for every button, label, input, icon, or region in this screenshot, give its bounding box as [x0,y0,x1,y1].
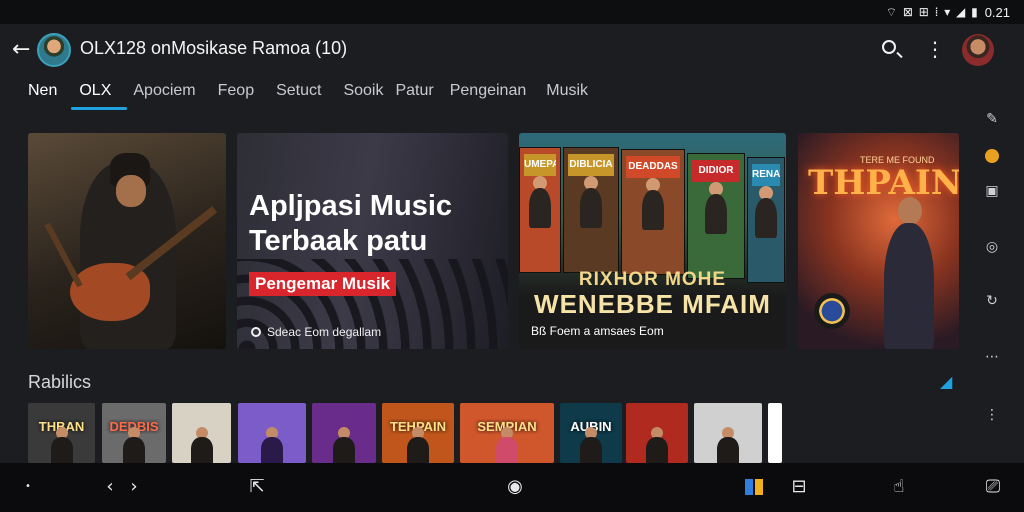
tab-bar: Nen OLX Apociem Feop Setuct Sooik Patur … [28,76,610,112]
tab-sooik[interactable]: Sooik [343,76,383,112]
more-horiz-icon[interactable]: ⋯ [979,346,1005,368]
refresh-icon[interactable]: ↻ [979,290,1005,312]
home-icon[interactable]: ◉ [502,475,528,499]
thumbnail[interactable]: DEDBIS [102,403,166,463]
tab-setuct[interactable]: Setuct [276,76,321,112]
featured-card-concert[interactable]: TERE ME FOUND THPAIN [798,133,959,349]
avatar[interactable] [37,33,71,67]
card-tag: Pengemar Musik [249,272,397,296]
image-icon[interactable]: ▣ [979,180,1005,202]
tab-feop[interactable]: Feop [218,76,254,112]
trending-icon[interactable]: ◢ [940,372,958,391]
more-vert-icon[interactable]: ⋮ [979,404,1005,426]
status-time: 0.21 [984,4,1010,20]
bottom-nav-bar: • ‹ › ⇱ ◉ ⊟ ☝ ⎚ [0,463,1024,512]
card-title: THPAIN [808,163,959,203]
banner-line1: RIXHOR MOHE [578,269,727,290]
compass-icon[interactable]: ◎ [979,236,1005,258]
thumbnail[interactable]: AUBIN [560,403,622,463]
prev-icon[interactable]: ‹ [100,475,120,499]
card-caption: Sdeac Eom degallam [251,325,381,339]
face-shape [116,175,146,207]
cast-icon[interactable]: ⎚ [980,475,1006,499]
featured-card-guitarist[interactable] [28,133,226,349]
tab-musik[interactable]: Musik [546,76,588,112]
arrow-left-icon[interactable]: ← [12,36,36,64]
more-vert-icon[interactable]: ⋮ [923,38,947,62]
files-icon[interactable] [742,475,766,499]
profile-avatar[interactable] [962,34,994,66]
featured-card-band[interactable]: UMEPAS DIBLICIA DEADDAS DIDIOR RENATO RI… [519,133,786,349]
circle-icon [251,327,261,337]
status-bar: ⌔ ⊠ ⊞ ⁞ ▾ ◢ ▮ 0.21 [0,0,1024,24]
search-icon[interactable] [879,38,903,62]
edit-icon[interactable]: ✎ [979,108,1005,130]
thumbnail[interactable] [238,403,306,463]
thumbnail[interactable]: TEHPAIN [382,403,454,463]
coin-icon[interactable] [979,146,1005,168]
poster: RENATO [747,157,785,283]
singer-head [898,197,922,225]
cart-icon[interactable]: ⊟ [786,475,812,499]
page-title: OLX128 onMosikase Ramoa (10) [80,38,347,59]
title-badge: (10) [315,38,348,58]
thumbnail[interactable]: SEMPIAN [460,403,554,463]
thumbnail[interactable] [768,403,782,463]
guitar-neck-left [44,222,83,288]
app-bar: ← OLX128 onMosikase Ramoa (10) ⋮ [0,24,1024,76]
featured-card-music-app[interactable]: Apljpasi Music Terbaak patu Pengemar Mus… [237,133,508,349]
album-badge-icon [814,293,850,329]
tab-olx[interactable]: OLX [71,76,128,112]
thumbnail[interactable]: THBAN [28,403,95,463]
singer-figure [884,223,934,349]
hand-icon[interactable]: ☝ [886,475,912,499]
section-title: Rabilics [28,372,92,392]
poster: DIDIOR [687,153,745,279]
thumbnail-row: THBAN DEDBIS TEHPAIN SEMPIAN AUBIN [28,403,788,463]
card-heading-line1: Apljpasi Music [249,190,453,222]
card-heading-line2: Terbaak patu [249,225,428,257]
tab-patur[interactable]: Patur [395,76,433,112]
thumbnail[interactable] [172,403,231,463]
status-icons: ⌔ ⊠ ⊞ ⁞ ▾ ◢ ▮ [885,4,979,19]
share-icon[interactable]: ⇱ [244,475,270,499]
card-caption: Bß Foem a amsaes Eom [531,324,664,338]
poster: DIBLICIA [563,147,619,273]
poster: DEADDAS [621,149,685,275]
app-title: OLX128 onMosikase Ramoa [80,38,311,58]
banner-line2: WENEBBE MFAIM [534,289,771,319]
tab-pengeinan[interactable]: Pengeinan [450,76,527,112]
thumbnail[interactable] [694,403,762,463]
thumbnail[interactable] [312,403,376,463]
featured-carousel: Apljpasi Music Terbaak patu Pengemar Mus… [28,133,960,349]
dot-icon[interactable]: • [22,475,34,499]
thumbnail[interactable] [626,403,688,463]
poster: UMEPAS [519,147,561,273]
tab-apociem[interactable]: Apociem [133,76,195,112]
next-icon[interactable]: › [124,475,144,499]
tab-nen[interactable]: Nen [28,76,57,112]
